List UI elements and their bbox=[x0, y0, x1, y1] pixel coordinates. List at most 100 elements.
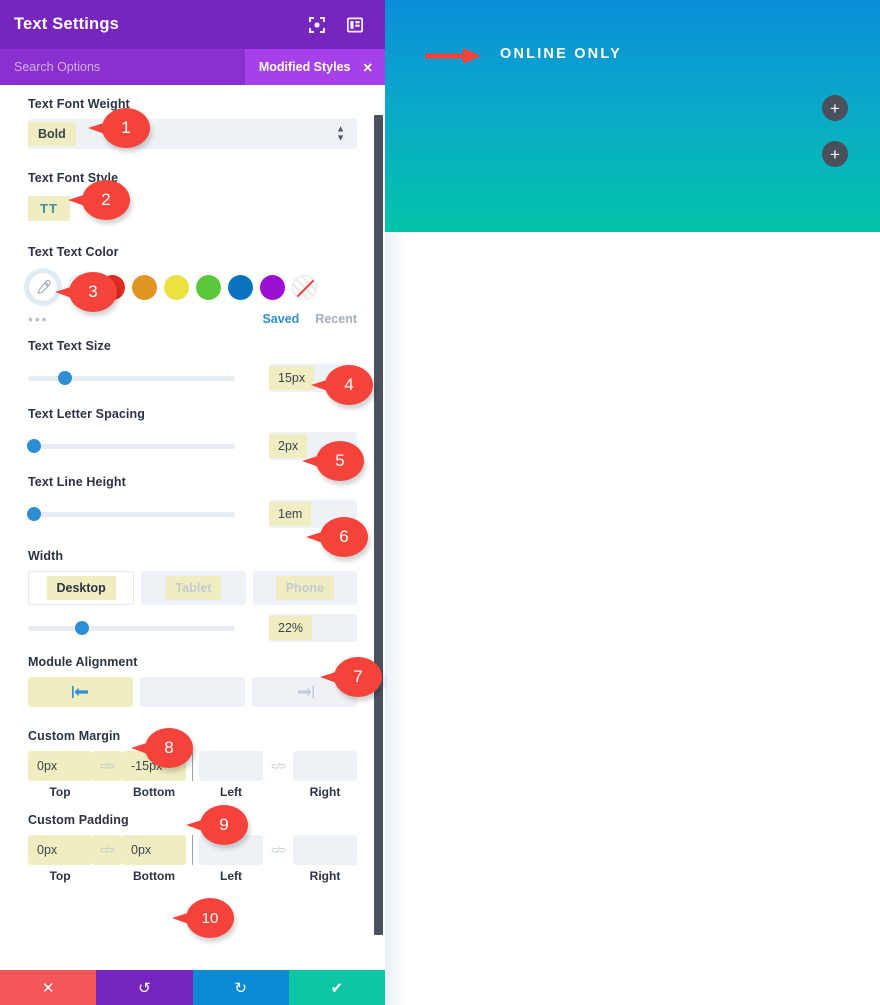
eyedropper-icon bbox=[37, 279, 51, 294]
padding-right-value bbox=[293, 845, 311, 855]
line-height-slider[interactable] bbox=[27, 507, 235, 521]
margin-inputs-row: 0px ⊂/⊃ -15px ⊂/⊃ bbox=[28, 751, 357, 781]
panel-action-bar: ✕ ↺ ↻ ✔ bbox=[0, 970, 385, 1005]
margin-link-left-right-icon[interactable]: ⊂/⊃ bbox=[263, 751, 293, 781]
padding-bottom-input[interactable]: 0px bbox=[122, 835, 186, 865]
margin-top-label: Top bbox=[49, 785, 71, 799]
align-center-button[interactable] bbox=[140, 677, 245, 707]
search-input[interactable] bbox=[0, 60, 245, 74]
panel-title: Text Settings bbox=[14, 15, 119, 33]
field-label: Text Text Color bbox=[28, 245, 119, 259]
recent-colors-link[interactable]: Recent bbox=[315, 312, 357, 326]
swatch-green[interactable] bbox=[196, 274, 221, 300]
line-height-value-field[interactable]: 1em bbox=[269, 500, 357, 528]
align-right-button[interactable] bbox=[252, 677, 357, 707]
field-label: Module Alignment bbox=[28, 655, 138, 669]
padding-labels-row: Top Bottom Left Right bbox=[28, 869, 357, 883]
padding-right-input[interactable] bbox=[293, 835, 357, 865]
close-icon[interactable]: ✕ bbox=[363, 60, 373, 75]
field-label: Text Font Weight bbox=[28, 97, 130, 111]
field-label: Text Letter Spacing bbox=[28, 407, 145, 421]
swatch-red[interactable] bbox=[100, 274, 125, 300]
color-swatch-row bbox=[28, 267, 357, 307]
hero-text: ONLINE ONLY bbox=[500, 46, 622, 62]
tab-phone-label: Phone bbox=[275, 576, 334, 600]
tab-phone[interactable]: Phone bbox=[252, 571, 357, 605]
align-left-button[interactable] bbox=[28, 677, 133, 707]
layout-panel-icon[interactable] bbox=[347, 17, 363, 33]
margin-left-value bbox=[199, 761, 217, 771]
responsive-device-tabs: Desktop Tablet Phone bbox=[28, 571, 357, 605]
page-preview: ONLINE ONLY + + ••• bbox=[385, 0, 880, 1005]
swatch-yellow[interactable] bbox=[164, 274, 189, 300]
saved-colors-link[interactable]: Saved bbox=[262, 312, 299, 326]
font-style-uppercase-toggle[interactable]: TT bbox=[28, 195, 70, 221]
width-value-field[interactable]: 22% bbox=[269, 614, 357, 642]
padding-bottom-label: Bottom bbox=[133, 869, 175, 883]
align-left-icon bbox=[71, 686, 88, 698]
padding-bottom-value: 0px bbox=[131, 843, 152, 857]
focus-target-icon[interactable] bbox=[309, 16, 325, 33]
swatch-none[interactable] bbox=[292, 274, 317, 300]
margin-top-input[interactable]: 0px bbox=[28, 751, 92, 781]
margin-bottom-input[interactable]: -15px bbox=[122, 751, 186, 781]
line-height-value: 1em bbox=[269, 502, 312, 526]
margin-right-label: Right bbox=[309, 785, 341, 799]
padding-top-input[interactable]: 0px bbox=[28, 835, 92, 865]
save-button[interactable]: ✔ bbox=[288, 970, 385, 1005]
text-size-value: 15px bbox=[269, 366, 315, 390]
margin-labels-row: Top Bottom Left Right bbox=[28, 785, 357, 799]
padding-link-left-right-icon[interactable]: ⊂/⊃ bbox=[263, 835, 293, 865]
redo-button[interactable]: ↻ bbox=[192, 970, 289, 1005]
panel-header-icons bbox=[309, 16, 371, 33]
tab-tablet[interactable]: Tablet bbox=[141, 571, 246, 605]
text-size-value-field[interactable]: 15px bbox=[269, 364, 357, 392]
slider-knob[interactable] bbox=[74, 621, 89, 635]
field-text-size: Text Text Size 15px bbox=[0, 339, 385, 395]
add-row-button-1[interactable]: + bbox=[822, 95, 848, 121]
padding-right-label: Right bbox=[309, 869, 341, 883]
margin-link-top-bottom-icon[interactable]: ⊂/⊃ bbox=[92, 751, 122, 781]
modified-styles-filter[interactable]: Modified Styles ✕ bbox=[244, 49, 385, 85]
field-label: Text Text Size bbox=[28, 339, 111, 353]
padding-left-input[interactable] bbox=[199, 835, 263, 865]
swatch-blue[interactable] bbox=[228, 274, 253, 300]
margin-right-input[interactable] bbox=[293, 751, 357, 781]
chevron-updown-icon: ▲ ▼ bbox=[336, 123, 345, 143]
tab-desktop[interactable]: Desktop bbox=[28, 571, 135, 605]
panel-scrollbar[interactable] bbox=[374, 115, 383, 935]
padding-left-label: Left bbox=[220, 869, 242, 883]
annotation-arrow-icon bbox=[425, 48, 481, 64]
more-colors-icon[interactable]: ••• bbox=[28, 311, 49, 326]
margin-left-input[interactable] bbox=[199, 751, 263, 781]
undo-button[interactable]: ↺ bbox=[96, 970, 193, 1005]
slider-knob[interactable] bbox=[58, 371, 73, 385]
preview-left-fade bbox=[385, 232, 407, 1005]
swatch-orange[interactable] bbox=[132, 274, 157, 300]
slider-knob[interactable] bbox=[27, 507, 42, 521]
tab-tablet-label: Tablet bbox=[165, 576, 222, 600]
add-row-button-2[interactable]: + bbox=[822, 141, 848, 167]
letter-spacing-value-field[interactable]: 2px bbox=[269, 432, 357, 460]
eyedropper-button[interactable] bbox=[28, 272, 58, 302]
color-meta-row: ••• Saved Recent bbox=[28, 309, 357, 329]
field-custom-padding: Custom Padding 0px ⊂/⊃ 0px ⊂/⊃ Top Botto… bbox=[0, 813, 385, 883]
font-weight-select[interactable]: Bold ▲ ▼ bbox=[28, 119, 357, 149]
cancel-button[interactable]: ✕ bbox=[0, 970, 97, 1005]
letter-spacing-slider[interactable] bbox=[27, 439, 235, 453]
letter-spacing-value: 2px bbox=[269, 434, 308, 458]
field-font-style: Text Font Style TT bbox=[0, 171, 385, 223]
modified-styles-label: Modified Styles bbox=[258, 60, 351, 74]
width-slider[interactable] bbox=[28, 621, 235, 635]
preview-body bbox=[385, 232, 880, 1005]
swatch-purple[interactable] bbox=[260, 274, 285, 300]
slider-knob[interactable] bbox=[27, 439, 42, 453]
field-custom-margin: Custom Margin 0px ⊂/⊃ -15px ⊂/⊃ Top Bott… bbox=[0, 729, 385, 799]
field-text-color: Text Text Color ••• Saved Recent bbox=[0, 245, 385, 329]
swatch-white[interactable] bbox=[68, 274, 93, 300]
padding-divider bbox=[192, 835, 193, 865]
padding-link-top-bottom-icon[interactable]: ⊂/⊃ bbox=[92, 835, 122, 865]
text-settings-panel: Text Settings Modified Styles ✕ bbox=[0, 0, 385, 1005]
search-bar: Modified Styles ✕ bbox=[0, 49, 385, 85]
text-size-slider[interactable] bbox=[28, 371, 235, 385]
